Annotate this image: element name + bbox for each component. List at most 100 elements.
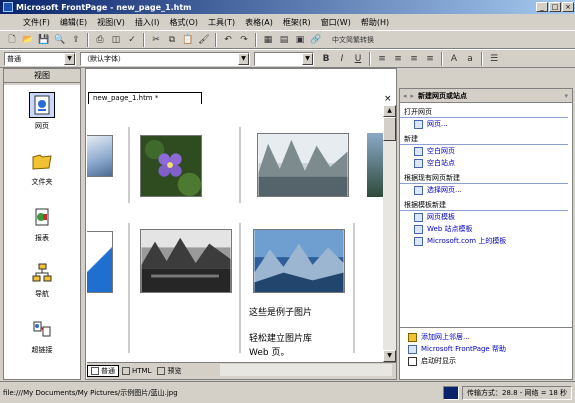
format-painter-icon[interactable]: 🖌 — [197, 33, 211, 47]
photo-thumbnail[interactable] — [253, 229, 345, 293]
italic-button[interactable]: I — [335, 52, 349, 66]
menu-view[interactable]: 视图(V) — [92, 17, 130, 28]
menu-help[interactable]: 帮助(H) — [356, 17, 394, 28]
link-frontpage-help[interactable]: Microsoft FrontPage 帮助 — [400, 343, 572, 355]
show-at-startup-label: 启动时显示 — [421, 357, 456, 365]
menu-edit[interactable]: 编辑(E) — [55, 17, 92, 28]
align-right-icon[interactable]: ≡ — [407, 52, 421, 66]
photo-thumbnail[interactable] — [367, 133, 383, 197]
font-select[interactable]: （默认字体） ▼ — [80, 51, 250, 66]
link-web-site-templates[interactable]: Web 站点模板 — [400, 223, 572, 235]
chevron-down-icon[interactable]: ▾ — [564, 92, 568, 100]
back-icon[interactable]: ◂ — [403, 92, 407, 100]
copy-icon[interactable]: ⧉ — [165, 33, 179, 47]
increase-font-icon[interactable]: A — [447, 52, 461, 66]
caption-line-2: 轻松建立图片库 — [249, 334, 313, 344]
link-blank-page-label: 空白网页 — [427, 147, 455, 155]
style-select[interactable]: 普通 ▼ — [4, 51, 76, 66]
views-bar: 视图 网页 文件夹 报表 导航 超链接 — [3, 68, 81, 380]
align-center-icon[interactable]: ≡ — [391, 52, 405, 66]
menu-insert[interactable]: 插入(I) — [130, 17, 165, 28]
view-reports[interactable]: 报表 — [4, 205, 80, 243]
view-hyperlinks[interactable]: 超链接 — [4, 317, 80, 355]
choose-page-icon — [414, 185, 423, 195]
link-choose-page[interactable]: 选择网页... — [400, 184, 572, 196]
minimize-button[interactable]: _ — [536, 2, 548, 12]
numbering-icon[interactable]: ☰ — [487, 52, 501, 66]
link-add-network-place[interactable]: 添加网上邻居... — [400, 331, 572, 343]
task-pane: ◂ ▸ 新建网页或站点 ▾ 打开网页 网页... 新建 空白网页 空白站点 根据… — [399, 88, 573, 380]
view-navigation[interactable]: 导航 — [4, 261, 80, 299]
forward-icon[interactable]: ▸ — [411, 92, 415, 100]
publish-icon[interactable]: ⇪ — [69, 33, 83, 47]
chevron-down-icon: ▼ — [238, 52, 249, 65]
menu-window[interactable]: 窗口(W) — [316, 17, 356, 28]
new-icon[interactable]: 🗋 — [5, 33, 19, 47]
save-icon[interactable]: 💾 — [37, 33, 51, 47]
menu-tools[interactable]: 工具(T) — [203, 17, 240, 28]
photo-thumbnail[interactable] — [140, 229, 232, 293]
show-at-startup-checkbox[interactable]: 启动时显示 — [400, 355, 572, 367]
menu-frames[interactable]: 框架(R) — [278, 17, 316, 28]
preview-tab-icon — [157, 367, 166, 375]
view-hyperlinks-label: 超链接 — [31, 346, 53, 354]
redo-icon[interactable]: ↷ — [237, 33, 251, 47]
link-microsoft-templates[interactable]: Microsoft.com 上的模板 — [400, 235, 572, 247]
justify-icon[interactable]: ≡ — [423, 52, 437, 66]
close-button[interactable]: × — [562, 2, 574, 12]
window-title: Microsoft FrontPage - new_page_1.htm — [16, 2, 192, 12]
close-document-icon[interactable]: × — [384, 94, 392, 104]
view-page[interactable]: 网页 — [4, 92, 80, 131]
tab-preview[interactable]: 预览 — [154, 365, 184, 377]
photo-thumbnail[interactable] — [257, 133, 349, 197]
link-blank-site[interactable]: 空白站点 — [400, 157, 572, 169]
document-tab[interactable]: new_page_1.htm * — [88, 92, 202, 104]
scroll-down-icon[interactable]: ▼ — [383, 350, 396, 362]
photo-thumbnail[interactable] — [140, 135, 202, 197]
print-icon[interactable]: ⎙ — [93, 33, 107, 47]
page-canvas[interactable]: 这些是例子图片 轻松建立图片库 Web 页。 — [87, 105, 383, 362]
toolbar-separator — [369, 51, 371, 66]
scroll-up-icon[interactable]: ▲ — [383, 105, 396, 117]
maximize-button[interactable]: □ — [549, 2, 561, 12]
scroll-thumb[interactable] — [383, 117, 396, 141]
cut-icon[interactable]: ✂ — [149, 33, 163, 47]
photo-thumbnail[interactable] — [87, 231, 113, 293]
tab-normal[interactable]: 普通 — [87, 365, 119, 377]
menu-file[interactable]: 文件(F) — [18, 17, 55, 28]
lang-convert-label[interactable]: 中文简繁转换 — [325, 33, 381, 47]
style-select-value: 普通 — [7, 54, 21, 63]
menu-format[interactable]: 格式(O) — [164, 17, 203, 28]
tab-normal-label: 普通 — [101, 367, 115, 375]
search-icon[interactable]: 🔍 — [53, 33, 67, 47]
web-component-icon[interactable]: ▦ — [261, 33, 275, 47]
decrease-font-icon[interactable]: a — [463, 52, 477, 66]
photo-thumbnail[interactable] — [87, 135, 113, 177]
hyperlink-icon[interactable]: 🔗 — [309, 33, 323, 47]
html-icon — [122, 367, 130, 375]
menu-table[interactable]: 表格(A) — [240, 17, 278, 28]
insert-table-icon[interactable]: ▤ — [277, 33, 291, 47]
title-bar: Microsoft FrontPage - new_page_1.htm _ □… — [0, 0, 575, 14]
insert-picture-icon[interactable]: ▣ — [293, 33, 307, 47]
bold-button[interactable]: B — [319, 52, 333, 66]
preview-icon[interactable]: ◫ — [109, 33, 123, 47]
open-icon[interactable]: 📂 — [21, 33, 35, 47]
underline-button[interactable]: U — [351, 52, 365, 66]
task-pane-header: ◂ ▸ 新建网页或站点 ▾ — [400, 89, 572, 103]
site-template-icon — [414, 224, 423, 234]
link-blank-page[interactable]: 空白网页 — [400, 145, 572, 157]
align-left-icon[interactable]: ≡ — [375, 52, 389, 66]
font-size-select[interactable]: ▼ — [254, 51, 314, 66]
font-select-value: （默认字体） — [83, 54, 125, 63]
undo-icon[interactable]: ↶ — [221, 33, 235, 47]
photo-divider — [239, 223, 241, 353]
view-folders[interactable]: 文件夹 — [4, 149, 80, 187]
tab-html[interactable]: HTML — [119, 365, 154, 377]
spelling-icon[interactable]: ✓ — [125, 33, 139, 47]
vertical-scrollbar[interactable]: ▲ ▼ — [383, 105, 396, 362]
link-open-page[interactable]: 网页... — [400, 118, 572, 130]
horizontal-scrollbar[interactable] — [220, 364, 392, 376]
paste-icon[interactable]: 📋 — [181, 33, 195, 47]
link-page-templates[interactable]: 网页模板 — [400, 211, 572, 223]
